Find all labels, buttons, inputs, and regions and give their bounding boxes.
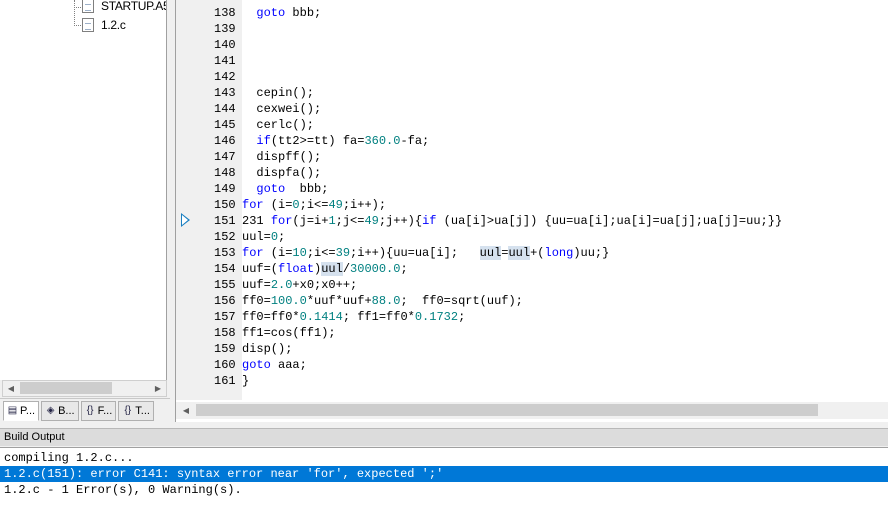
tab-templates[interactable]: {} T... xyxy=(118,400,154,421)
code-text-area[interactable]: goto bbb; cepin(); cexwei(); cerlc(); if… xyxy=(242,0,888,400)
tab-label: F... xyxy=(97,404,113,417)
tree-item-startup-file[interactable]: STARTUP.A5 xyxy=(82,0,167,14)
file-icon xyxy=(82,18,94,32)
project-panel: STARTUP.A5 1.2.c ◀ ▶ ▤ P... ◈ B... {} F.… xyxy=(0,0,170,422)
tab-label: P... xyxy=(20,404,36,417)
functions-icon: {} xyxy=(86,405,94,416)
code-line: goto bbb; xyxy=(256,6,322,20)
editor-horizontal-scrollbar[interactable]: ◀ xyxy=(176,402,888,419)
code-line: ff0=ff0*0.1414; ff1=ff0*0.1732; xyxy=(242,310,466,324)
line-number: 151 xyxy=(214,214,236,228)
line-number: 156 xyxy=(214,294,236,308)
code-line: } xyxy=(242,374,250,388)
code-line: 231 for(j=i+1;j<=49;j++){if (ua[i]>ua[j]… xyxy=(242,214,783,228)
tree-item-label: 1.2.c xyxy=(101,18,126,32)
current-line-arrow-icon xyxy=(181,213,190,227)
code-line: for (i=0;i<=49;i++); xyxy=(242,198,387,212)
file-icon xyxy=(82,0,94,13)
tree-item-source-file[interactable]: 1.2.c xyxy=(82,17,126,33)
build-output-header: Build Output xyxy=(0,428,888,446)
line-number: 142 xyxy=(214,70,236,84)
line-number: 155 xyxy=(214,278,236,292)
scrollbar-thumb[interactable] xyxy=(196,404,818,416)
code-line: ff1=cos(ff1); xyxy=(242,326,336,340)
tree-connector xyxy=(74,0,75,26)
line-number: 150 xyxy=(214,198,236,212)
tree-horizontal-scrollbar[interactable]: ◀ ▶ xyxy=(2,380,167,397)
line-number: 153 xyxy=(214,246,236,260)
line-number: 144 xyxy=(214,102,236,116)
line-number: 146 xyxy=(214,134,236,148)
line-number: 140 xyxy=(214,38,236,52)
code-line: disp(); xyxy=(242,342,293,356)
books-icon: ◈ xyxy=(46,405,55,416)
code-line: uuf=(float)uul/30000.0; xyxy=(242,262,408,276)
scroll-left-arrow-icon[interactable]: ◀ xyxy=(3,381,19,396)
code-line: goto aaa; xyxy=(242,358,307,372)
code-line: uuf=2.0+x0;x0++; xyxy=(242,278,358,292)
scrollbar-thumb[interactable] xyxy=(20,382,112,394)
output-line[interactable]: 1.2.c - 1 Error(s), 0 Warning(s). xyxy=(0,482,888,498)
project-tree: STARTUP.A5 1.2.c xyxy=(0,0,167,380)
code-line: goto bbb; xyxy=(256,182,329,196)
tab-books[interactable]: ◈ B... xyxy=(41,400,79,421)
scroll-left-arrow-icon[interactable]: ◀ xyxy=(178,403,194,418)
code-line: if(tt2>=tt) fa=360.0-fa; xyxy=(256,134,430,148)
line-number: 157 xyxy=(214,310,236,324)
line-number: 149 xyxy=(214,182,236,196)
tab-label: B... xyxy=(58,404,75,417)
code-line: dispfa(); xyxy=(242,166,322,180)
output-line-error[interactable]: 1.2.c(151): error C141: syntax error nea… xyxy=(0,466,888,482)
code-line: ff0=100.0*uuf*uuf+88.0; ff0=sqrt(uuf); xyxy=(242,294,523,308)
line-number: 147 xyxy=(214,150,236,164)
tree-item-label: STARTUP.A5 xyxy=(101,0,167,13)
code-line: dispff(); xyxy=(242,150,322,164)
code-line: cepin(); xyxy=(242,86,315,100)
project-icon: ▤ xyxy=(7,405,18,416)
line-number: 138 xyxy=(214,6,236,20)
line-number: 141 xyxy=(214,54,236,68)
line-number: 160 xyxy=(214,358,236,372)
build-output-pane[interactable]: compiling 1.2.c... 1.2.c(151): error C14… xyxy=(0,447,888,514)
templates-icon: {} xyxy=(124,405,132,416)
line-number: 158 xyxy=(214,326,236,340)
tab-functions[interactable]: {} F... xyxy=(80,400,117,421)
line-number: 143 xyxy=(214,86,236,100)
line-number: 154 xyxy=(214,262,236,276)
code-line: cerlc(); xyxy=(242,118,315,132)
tab-label: T... xyxy=(135,404,150,417)
output-line[interactable]: compiling 1.2.c... xyxy=(0,450,888,466)
line-number: 152 xyxy=(214,230,236,244)
code-line: for (i=10;i<=39;i++){uu=ua[i]; uul=uul+(… xyxy=(242,246,610,260)
editor-gutter[interactable] xyxy=(176,0,212,400)
tab-project[interactable]: ▤ P... xyxy=(3,400,40,421)
line-number: 148 xyxy=(214,166,236,180)
line-number: 161 xyxy=(214,374,236,388)
line-number: 145 xyxy=(214,118,236,132)
line-number: 159 xyxy=(214,342,236,356)
code-line: uul=0; xyxy=(242,230,286,244)
tree-connector xyxy=(74,25,81,26)
code-editor[interactable]: 138 139 140 141 142 143 144 145 146 147 148 149 150 1… xyxy=(175,0,888,422)
line-number: 139 xyxy=(214,22,236,36)
code-line: cexwei(); xyxy=(242,102,322,116)
tree-connector xyxy=(74,7,81,8)
scroll-right-arrow-icon[interactable]: ▶ xyxy=(150,381,166,396)
panel-tab-strip: ▤ P... ◈ B... {} F... {} T... xyxy=(0,398,170,422)
